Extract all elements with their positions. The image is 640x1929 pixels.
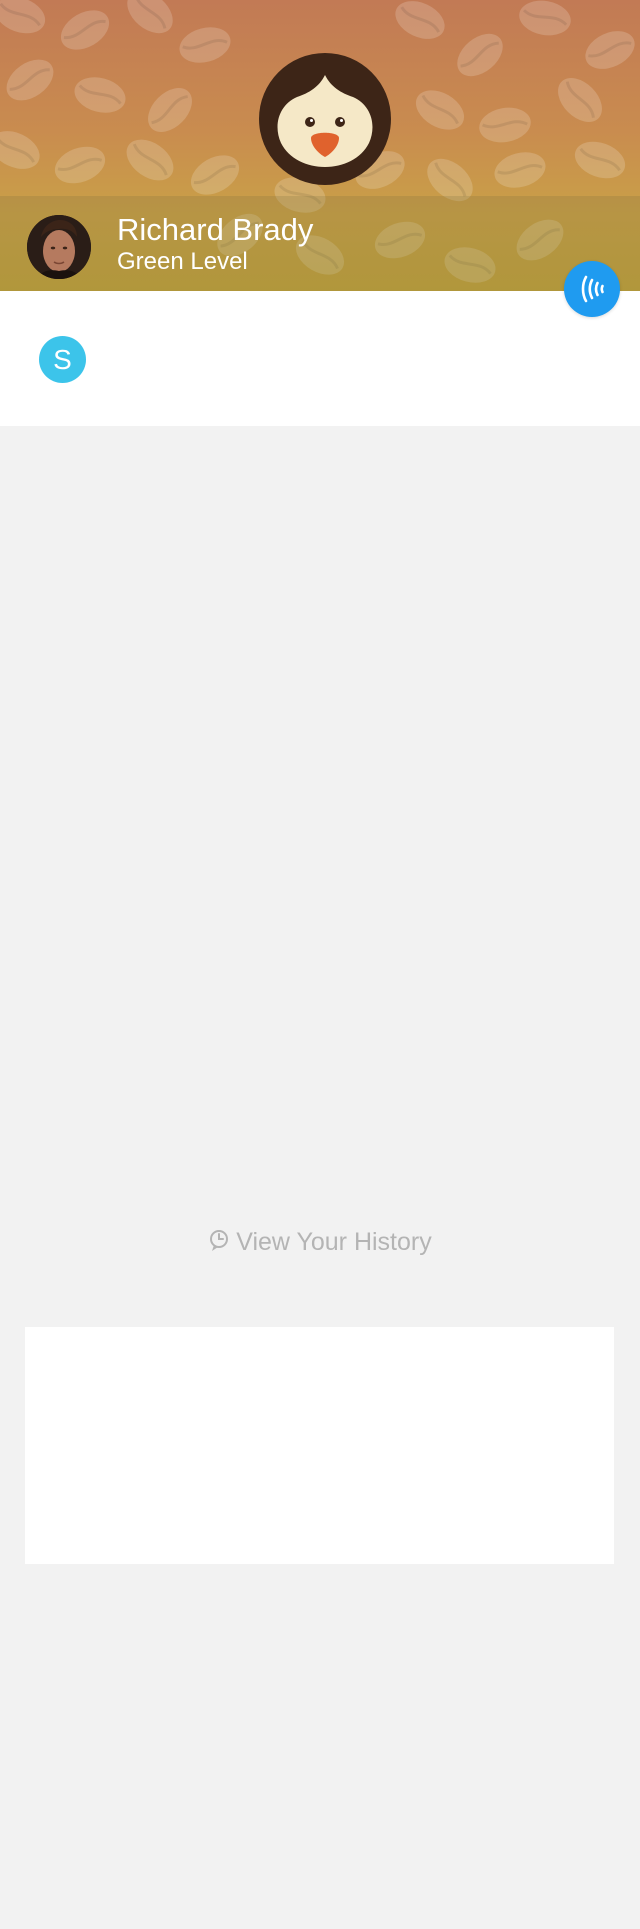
view-history-link[interactable]: View Your History [0, 1224, 640, 1260]
status-badge[interactable]: S [39, 336, 86, 383]
penguin-icon [259, 53, 391, 185]
view-history-label: View Your History [236, 1228, 432, 1256]
nfc-icon [581, 275, 604, 303]
profile-header: Richard Brady Green Level [0, 0, 640, 291]
profile-info-strip [0, 196, 640, 291]
nfc-pay-button[interactable] [564, 261, 620, 317]
content-panel [25, 1327, 614, 1564]
avatar-photo [27, 215, 91, 279]
avatar[interactable] [27, 215, 91, 279]
profile-card [0, 291, 640, 426]
user-name: Richard Brady [117, 212, 314, 247]
membership-level: Green Level [117, 248, 248, 275]
history-clock-icon [208, 1227, 230, 1263]
